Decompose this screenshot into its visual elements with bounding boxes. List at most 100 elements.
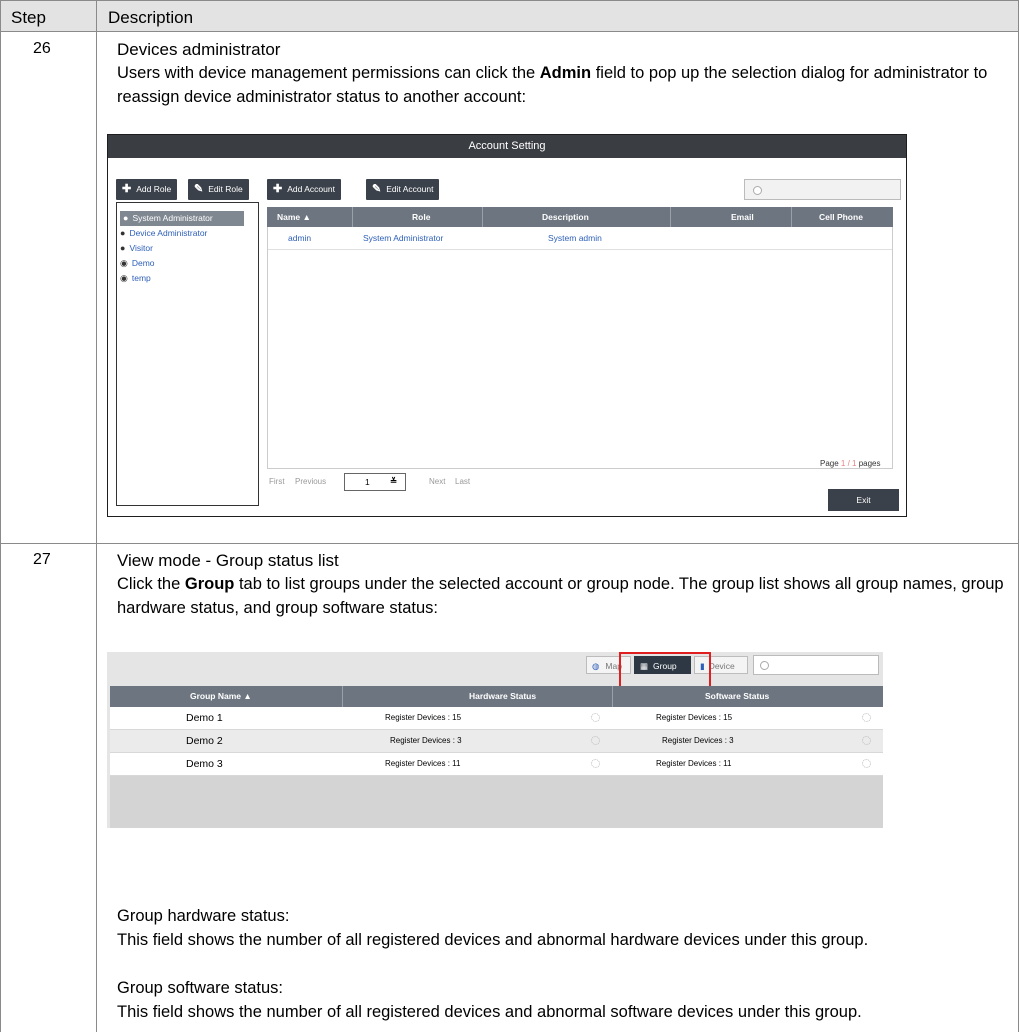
account-table-body: admin System Administrator System admin — [267, 227, 893, 469]
edit-role-button[interactable]: ✎ Edit Role — [188, 179, 249, 200]
row26-text: Users with device management permissions… — [117, 61, 1007, 109]
status-gear-icon[interactable] — [862, 713, 871, 722]
status-gear-icon[interactable] — [591, 759, 600, 768]
col-name[interactable]: Name ▲ — [277, 212, 311, 222]
group-toolbar: ◍ Map ▦ Group ▮ Device — [107, 652, 883, 689]
pager-previous[interactable]: Previous — [295, 477, 326, 486]
group-user-icon: ◉ — [120, 273, 128, 283]
role-label: Visitor — [129, 243, 153, 253]
user-icon: ● — [120, 243, 126, 253]
role-item-3[interactable]: ◉ Demo — [120, 256, 155, 271]
search-icon — [760, 661, 769, 670]
account-setting-title: Account Setting — [108, 135, 906, 158]
col-separator — [670, 207, 671, 227]
role-label: System Administrator — [132, 213, 213, 223]
role-item-0[interactable]: ● System Administrator — [120, 211, 244, 226]
account-table-header: Name ▲ Role Description Email Cell Phone — [267, 207, 893, 227]
page-info-current: 1 / 1 — [840, 459, 857, 468]
search-icon — [753, 186, 762, 195]
plus-icon: ✚ — [122, 183, 132, 195]
procedure-table: Step Description 26 Devices administrato… — [0, 0, 1020, 1032]
add-role-button[interactable]: ✚ Add Role — [116, 179, 178, 200]
col-separator — [791, 207, 792, 227]
row27-text-bold: Group — [184, 575, 235, 593]
cell-name: admin — [288, 233, 312, 243]
add-account-button[interactable]: ✚ Add Account — [267, 179, 341, 200]
cell-group-name: Demo 3 — [186, 758, 223, 770]
col-email[interactable]: Email — [731, 212, 754, 222]
col-separator — [482, 207, 483, 227]
add-role-label: Add Role — [136, 184, 172, 194]
col-separator — [342, 686, 343, 707]
cell-hardware: Register Devices : 15 — [385, 713, 462, 722]
group-search-input[interactable] — [753, 655, 879, 675]
sw-status-title: Group software status: — [117, 979, 283, 997]
step-number-26: 26 — [33, 40, 51, 57]
role-item-4[interactable]: ◉ temp — [120, 271, 151, 286]
cell-software: Register Devices : 11 — [656, 759, 732, 768]
role-label: Device Administrator — [129, 228, 208, 238]
col-role[interactable]: Role — [412, 212, 430, 222]
cell-hardware: Register Devices : 11 — [385, 759, 461, 768]
page-info-suffix: pages — [856, 459, 881, 468]
group-table-header: Group Name ▲ Hardware Status Software St… — [110, 686, 883, 707]
table-row[interactable]: Demo 1 Register Devices : 15 Register De… — [110, 707, 883, 730]
sw-status-text: This field shows the number of all regis… — [117, 1003, 862, 1021]
col-hardware-status[interactable]: Hardware Status — [469, 691, 536, 701]
row26-title: Devices administrator — [117, 40, 281, 59]
cell-software: Register Devices : 3 — [662, 736, 734, 745]
role-item-1[interactable]: ● Device Administrator — [120, 226, 207, 241]
col-software-status[interactable]: Software Status — [705, 691, 769, 701]
row27-text: Click the Group tab to list groups under… — [117, 572, 1007, 620]
col-group-name[interactable]: Group Name ▲ — [190, 691, 252, 701]
edit-account-button[interactable]: ✎ Edit Account — [366, 179, 440, 200]
table-border-right — [1018, 0, 1019, 1032]
edit-role-label: Edit Role — [208, 184, 243, 194]
role-label: temp — [131, 273, 151, 283]
role-tree: ● System Administrator ● Device Administra… — [116, 202, 259, 506]
pager-last[interactable]: Last — [455, 477, 470, 486]
cell-group-name: Demo 1 — [186, 712, 223, 724]
user-icon: ● — [123, 213, 129, 223]
table-row[interactable]: Demo 2 Register Devices : 3 Register Dev… — [110, 730, 883, 753]
status-gear-icon[interactable] — [862, 736, 871, 745]
col-description[interactable]: Description — [542, 212, 589, 222]
hw-status-title: Group hardware status: — [117, 907, 290, 925]
group-table-footer — [110, 776, 883, 828]
row27-text-b: tab to list groups under the selected ac… — [117, 575, 1004, 617]
col-separator — [612, 686, 613, 707]
header-description: Description — [108, 8, 194, 27]
page-info: Page 1 / 1 pages — [820, 459, 881, 468]
table-row[interactable]: admin System Administrator System admin — [268, 227, 892, 250]
column-divider — [96, 0, 97, 1032]
group-user-icon: ◉ — [120, 258, 128, 268]
table-header: Step Description — [0, 0, 1019, 32]
table-row[interactable]: Demo 3 Register Devices : 11 Register De… — [110, 753, 883, 776]
cell-description: System admin — [548, 233, 602, 243]
header-step: Step — [11, 8, 46, 27]
page-value: 1 — [365, 477, 370, 487]
account-search-input[interactable] — [744, 179, 901, 200]
pager-next[interactable]: Next — [429, 477, 445, 486]
col-cell-phone[interactable]: Cell Phone — [819, 212, 863, 222]
plus-icon: ✚ — [273, 183, 283, 195]
add-account-label: Add Account — [287, 184, 335, 194]
status-gear-icon[interactable] — [862, 759, 871, 768]
map-icon: ◍ — [592, 661, 600, 671]
status-gear-icon[interactable] — [591, 736, 600, 745]
cell-role: System Administrator — [363, 233, 444, 243]
user-icon: ● — [120, 228, 126, 238]
row26-text-bold: Admin — [539, 64, 592, 82]
edit-account-label: Edit Account — [386, 184, 434, 194]
role-item-2[interactable]: ● Visitor — [120, 241, 153, 256]
status-gear-icon[interactable] — [591, 713, 600, 722]
pencil-icon: ✎ — [372, 183, 382, 195]
page-info-prefix: Page — [820, 459, 841, 468]
page-select[interactable]: 1 ≚ — [344, 473, 406, 491]
exit-button[interactable]: Exit — [828, 489, 899, 511]
pencil-icon: ✎ — [194, 183, 204, 195]
col-separator — [352, 207, 353, 227]
cell-hardware: Register Devices : 3 — [390, 736, 462, 745]
account-setting-window: Account Setting ✚ Add Role ✎ Edit Role ✚ Ad… — [107, 134, 907, 517]
pager-first[interactable]: First — [269, 477, 285, 486]
